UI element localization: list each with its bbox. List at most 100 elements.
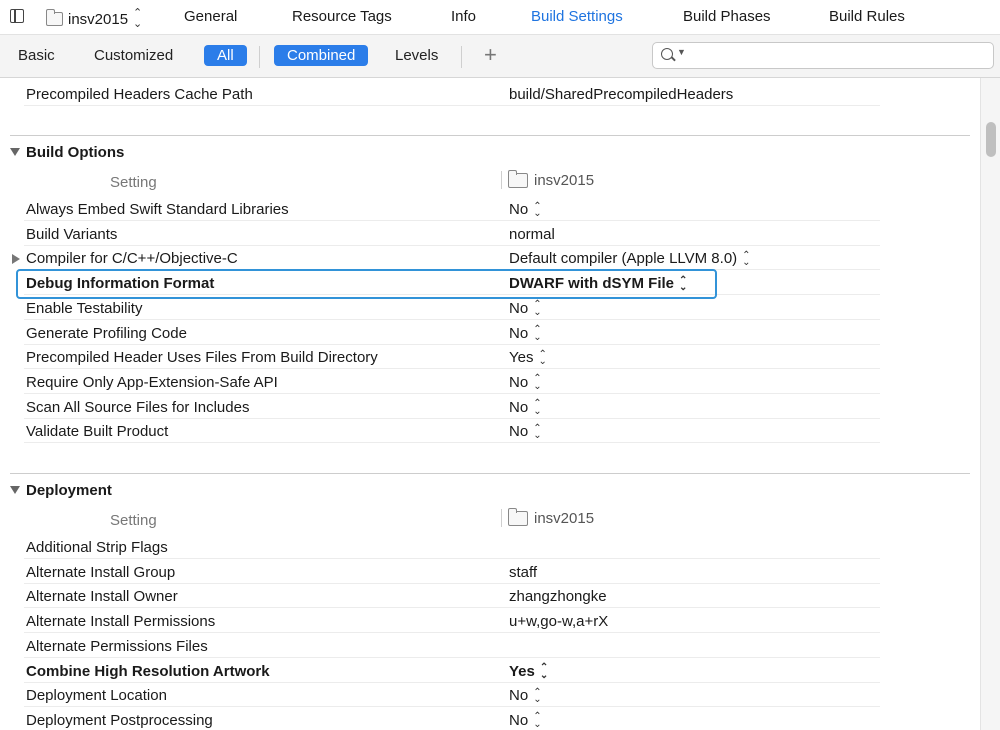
setting-value-text: No <box>509 373 529 391</box>
column-divider <box>501 171 502 189</box>
setting-column-header: Setting <box>110 174 157 191</box>
setting-value-popup[interactable]: No ⌃ ⌄ <box>509 711 542 730</box>
setting-value: build/SharedPrecompiledHeaders <box>509 86 734 103</box>
target-name: insv2015 <box>68 10 129 28</box>
setting-row[interactable]: Deployment Postprocessing No ⌃ ⌄ <box>0 708 880 730</box>
setting-value-popup[interactable]: No ⌃ ⌄ <box>509 299 542 318</box>
setting-value-popup[interactable]: No ⌃ ⌄ <box>509 423 542 441</box>
chevron-updown-icon: ⌃ ⌄ <box>539 662 549 681</box>
setting-row[interactable]: Alternate Permissions Files <box>0 634 880 658</box>
target-selector[interactable]: insv2015 ⌃ ⌄ <box>46 8 142 30</box>
setting-value-text: Yes <box>509 349 534 367</box>
search-field[interactable]: ▼ <box>652 42 994 69</box>
divider <box>461 46 462 68</box>
setting-name: Compiler for C/C++/Objective-C <box>26 250 238 268</box>
chevron-updown-icon: ⌃ ⌄ <box>533 373 542 392</box>
tab-resource-tags[interactable]: Resource Tags <box>292 8 392 25</box>
filter-customized-button[interactable]: Customized <box>88 45 179 66</box>
setting-value-text: No <box>509 711 529 729</box>
column-header: Setting insv2015 <box>0 168 880 198</box>
chevron-updown-icon: ⌃ ⌄ <box>538 348 547 368</box>
setting-row[interactable]: Alternate Install Group staff <box>0 560 880 584</box>
setting-row[interactable]: Additional Strip Flags <box>0 535 880 559</box>
target-column-header: insv2015 <box>508 170 594 189</box>
filter-basic-button[interactable]: Basic <box>12 45 61 66</box>
setting-row[interactable]: Build Variants normal <box>0 222 880 246</box>
setting-name: Precompiled Headers Cache Path <box>26 86 253 103</box>
column-header: Setting insv2015 <box>0 506 880 536</box>
setting-row[interactable]: Enable Testability No ⌃ ⌄ <box>0 296 880 320</box>
setting-row[interactable]: Precompiled Header Uses Files From Build… <box>0 345 880 370</box>
setting-value-text: No <box>509 324 529 342</box>
disclosure-down-icon <box>10 486 20 494</box>
setting-row[interactable]: Combine High Resolution Artwork Yes ⌃ ⌄ <box>0 659 880 683</box>
chevron-updown-icon: ⌃ ⌄ <box>533 711 542 730</box>
setting-value-popup[interactable]: No ⌃ ⌄ <box>509 687 542 705</box>
setting-row[interactable]: Precompiled Headers Cache Path build/Sha… <box>0 82 880 106</box>
setting-value-text: Default compiler (Apple LLVM 8.0) <box>509 250 738 268</box>
chevron-updown-icon: ⌃ ⌄ <box>533 299 542 318</box>
setting-value-popup[interactable]: Yes ⌃ ⌄ <box>509 348 547 368</box>
setting-name: Alternate Install Owner <box>26 588 178 606</box>
folder-icon <box>508 170 528 188</box>
setting-row[interactable]: Compiler for C/C++/Objective-C Default co… <box>0 246 880 271</box>
chevron-updown-icon: ⌃ ⌄ <box>742 249 751 269</box>
search-icon <box>661 48 673 60</box>
scrollbar-thumb[interactable] <box>986 122 996 157</box>
setting-value-popup[interactable]: No ⌃ ⌄ <box>509 373 542 392</box>
tab-build-phases[interactable]: Build Phases <box>683 8 771 25</box>
setting-value-text: No <box>509 398 529 416</box>
setting-name: Alternate Install Permissions <box>26 613 216 631</box>
setting-name: Always Embed Swift Standard Libraries <box>26 201 289 218</box>
setting-row[interactable]: Validate Built Product No ⌃ ⌄ <box>0 419 880 444</box>
setting-value-text: normal <box>509 225 555 243</box>
setting-row[interactable]: Generate Profiling Code No ⌃ ⌄ <box>0 321 880 345</box>
tab-build-settings[interactable]: Build Settings <box>531 8 623 25</box>
section-header-build-options[interactable]: Build Options <box>10 144 124 161</box>
setting-name: Enable Testability <box>26 299 143 317</box>
setting-value-text: staff <box>509 563 538 581</box>
vertical-scrollbar[interactable] <box>980 78 1000 730</box>
section-header-deployment[interactable]: Deployment <box>10 482 112 499</box>
setting-value-text: No <box>509 687 529 705</box>
setting-row[interactable]: Alternate Install Permissions u+w,go-w,a+… <box>0 609 880 634</box>
setting-value: u+w,go-w,a+rX <box>509 613 608 630</box>
tab-general[interactable]: General <box>184 8 237 25</box>
view-combined-button[interactable]: Combined <box>274 45 369 66</box>
tab-build-rules[interactable]: Build Rules <box>829 8 905 25</box>
tab-info[interactable]: Info <box>451 8 476 25</box>
build-settings-list: Precompiled Headers Cache Path build/Sha… <box>0 78 980 730</box>
setting-row[interactable]: Always Embed Swift Standard Libraries No ⌃… <box>0 197 880 221</box>
setting-value-text: u+w,go-w,a+rX <box>509 613 609 631</box>
add-setting-button[interactable]: + <box>484 42 497 68</box>
chevron-down-icon: ▼ <box>677 47 686 57</box>
column-divider <box>501 509 502 527</box>
filter-all-button[interactable]: All <box>204 45 247 66</box>
setting-value-popup[interactable]: No ⌃ ⌄ <box>509 324 542 343</box>
setting-row[interactable]: Deployment Location No ⌃ ⌄ <box>0 683 880 708</box>
setting-value-popup[interactable]: Yes ⌃ ⌄ <box>509 662 549 681</box>
view-levels-button[interactable]: Levels <box>389 45 444 66</box>
chevron-updown-icon: ⌃ ⌄ <box>533 398 542 417</box>
setting-row[interactable]: Alternate Install Owner zhangzhongke <box>0 584 880 609</box>
section-divider <box>10 473 970 474</box>
setting-value-popup[interactable]: No ⌃ ⌄ <box>509 398 542 417</box>
setting-name: Deployment Postprocessing <box>26 711 213 729</box>
editor-tab-bar: insv2015 ⌃ ⌄ General Resource Tags Info B… <box>0 0 1000 35</box>
setting-row[interactable]: Require Only App-Extension-Safe API No ⌃ ⌄ <box>0 370 880 394</box>
setting-name: Alternate Install Group <box>26 563 176 581</box>
setting-value-text: Yes <box>509 662 535 680</box>
setting-name: Additional Strip Flags <box>26 539 168 556</box>
folder-icon <box>46 9 63 26</box>
setting-name: Require Only App-Extension-Safe API <box>26 373 278 391</box>
disclosure-right-icon[interactable] <box>12 254 20 265</box>
setting-value-popup[interactable]: Default compiler (Apple LLVM 8.0) ⌃ ⌄ <box>509 249 751 269</box>
setting-value: staff <box>509 564 537 581</box>
setting-value-text: No <box>509 299 529 317</box>
chevron-updown-icon: ⌃ ⌄ <box>533 200 542 220</box>
setting-name: Deployment Location <box>26 687 167 705</box>
target-column-header: insv2015 <box>508 508 594 527</box>
setting-value-popup[interactable]: No ⌃ ⌄ <box>509 200 542 220</box>
setting-row[interactable]: Scan All Source Files for Includes No ⌃ ⌄ <box>0 395 880 419</box>
sidebar-toggle-icon[interactable] <box>10 9 24 23</box>
